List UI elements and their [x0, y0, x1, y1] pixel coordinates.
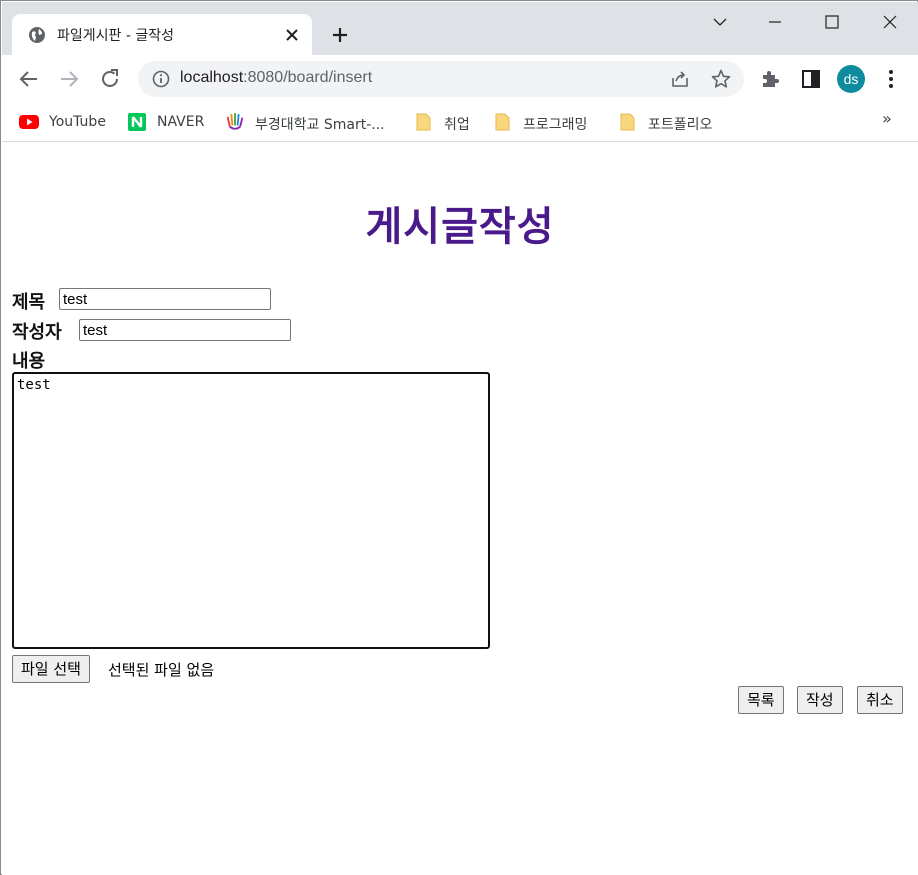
- browser-window: 파일게시판 - 글작성 localhost:8080/board/insert …: [0, 0, 918, 875]
- content-textarea[interactable]: test: [12, 372, 490, 649]
- folder-icon: [620, 113, 635, 131]
- writer-label: 작성자: [12, 322, 62, 343]
- subject-label: 제목: [12, 292, 46, 313]
- subject-input[interactable]: [59, 288, 271, 310]
- tab-title: 파일게시판 - 글작성: [57, 28, 174, 44]
- file-select-button[interactable]: 파일 선택: [12, 655, 90, 683]
- bookmark-label: 포트폴리오: [648, 117, 713, 133]
- naver-icon: [128, 113, 146, 131]
- minimize-button[interactable]: [747, 2, 803, 42]
- url-host: localhost: [180, 69, 244, 86]
- folder-icon: [495, 113, 510, 131]
- content-label: 내용: [12, 351, 46, 372]
- maximize-button[interactable]: [804, 2, 860, 42]
- page-title: 게시글작성: [365, 204, 555, 250]
- forward-icon[interactable]: [56, 66, 82, 92]
- writer-input[interactable]: [79, 319, 291, 341]
- new-tab-icon[interactable]: [328, 23, 352, 47]
- bookmark-label: 부경대학교 Smart-...: [255, 117, 385, 133]
- bookmark-label: 취업: [444, 117, 470, 133]
- extensions-icon[interactable]: [758, 67, 782, 91]
- back-icon[interactable]: [16, 66, 42, 92]
- reload-icon[interactable]: [97, 66, 123, 92]
- minimize-icon: [769, 21, 781, 23]
- youtube-icon: [19, 115, 39, 129]
- side-panel-icon[interactable]: [799, 67, 823, 91]
- bookmarks-overflow-button[interactable]: »: [882, 109, 892, 128]
- maximize-icon: [825, 15, 839, 29]
- list-button[interactable]: 목록: [738, 686, 784, 714]
- page-content: 게시글작성 제목 작성자 내용 test 파일 선택 선택된 파일 없음 목록 …: [2, 142, 918, 875]
- bookmark-label: YouTube: [49, 114, 106, 130]
- write-button[interactable]: 작성: [797, 686, 843, 714]
- close-tab-icon[interactable]: [282, 25, 302, 45]
- folder-icon: [416, 113, 431, 131]
- url-text[interactable]: localhost:8080/board/insert: [180, 69, 372, 87]
- chevron-down-icon: [713, 18, 727, 26]
- bookmark-label: NAVER: [157, 114, 205, 130]
- close-window-button[interactable]: [862, 2, 918, 42]
- active-tab[interactable]: 파일게시판 - 글작성: [12, 14, 312, 56]
- share-icon[interactable]: [670, 69, 690, 89]
- bookmarks-bar: YouTube NAVER 부경대학교 Smart-... 취업 프로그래밍 포…: [2, 103, 918, 142]
- pknu-icon: [226, 113, 244, 130]
- browser-toolbar: localhost:8080/board/insert ds: [2, 55, 918, 103]
- globe-icon: [29, 27, 45, 43]
- tab-search-button[interactable]: [692, 2, 748, 42]
- file-status-text: 선택된 파일 없음: [108, 661, 215, 679]
- cancel-button[interactable]: 취소: [857, 686, 903, 714]
- profile-avatar[interactable]: ds: [837, 65, 865, 93]
- bookmark-star-icon[interactable]: [710, 68, 732, 90]
- menu-dots-icon[interactable]: [879, 67, 903, 91]
- tab-strip: 파일게시판 - 글작성: [2, 2, 918, 56]
- address-bar[interactable]: localhost:8080/board/insert: [138, 61, 744, 97]
- bookmark-label: 프로그래밍: [523, 117, 588, 133]
- close-icon: [883, 15, 897, 29]
- url-path: :8080/board/insert: [243, 69, 373, 86]
- info-icon[interactable]: [152, 70, 170, 88]
